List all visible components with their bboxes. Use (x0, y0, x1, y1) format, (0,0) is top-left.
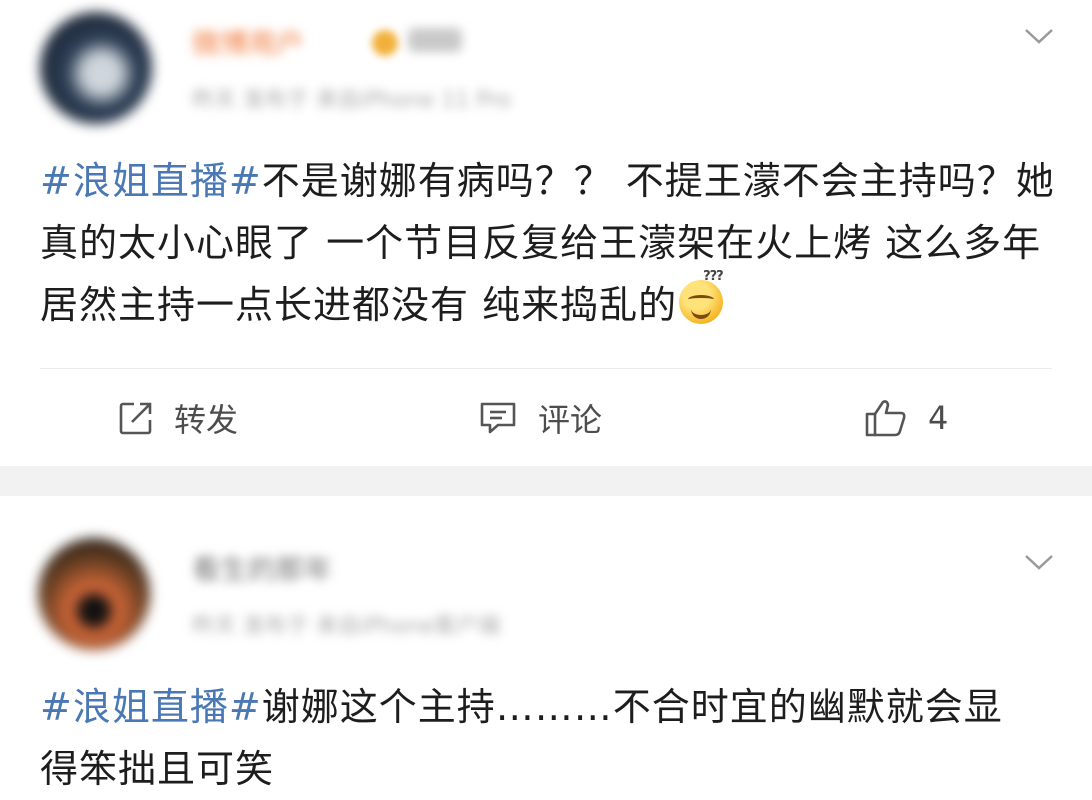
chevron-down-icon[interactable] (1024, 26, 1054, 46)
hashtag-link[interactable]: #浪姐直播# (40, 685, 262, 729)
comment-label: 评论 (538, 401, 603, 439)
comment-button[interactable]: 评论 (478, 396, 602, 440)
thumbs-up-icon (865, 400, 906, 437)
vip-badge-icon (372, 30, 398, 56)
divider (40, 368, 1052, 369)
post-meta: 昨天 发布于 来自iPhone客户端 (192, 614, 501, 639)
post-content: #浪姐直播#谢娜这个主持………不合时宜的幽默就会显得笨拙且可笑 (40, 676, 1020, 800)
avatar[interactable] (38, 538, 150, 650)
username[interactable]: 看生的那年 (192, 548, 332, 588)
repost-button[interactable]: 转发 (118, 396, 238, 440)
post-content: #浪姐直播#不是谢娜有病吗？？ 不提王濛不会主持吗？她真的太小心眼了 一个节目反… (40, 150, 1060, 336)
hashtag-link[interactable]: #浪姐直播# (40, 159, 262, 203)
like-button[interactable]: 4 (864, 396, 948, 440)
level-badge-icon (408, 28, 462, 52)
chevron-down-icon[interactable] (1024, 552, 1054, 572)
share-icon (119, 402, 152, 435)
comment-icon (480, 402, 516, 434)
weibo-post: 微博用户 昨天 发布于 来自iPhone 11 Pro #浪姐直播#不是谢娜有病… (0, 0, 1092, 466)
weibo-post: 看生的那年 昨天 发布于 来自iPhone客户端 #浪姐直播#谢娜这个主持………… (0, 496, 1092, 795)
post-meta: 昨天 发布于 来自iPhone 11 Pro (192, 88, 512, 113)
like-count: 4 (928, 399, 949, 437)
username[interactable]: 微博用户 (192, 22, 304, 62)
sweat-grin-emoji-icon: ??? (679, 270, 724, 324)
avatar[interactable] (40, 12, 152, 124)
repost-label: 转发 (174, 401, 239, 439)
feed-separator (0, 466, 1092, 496)
